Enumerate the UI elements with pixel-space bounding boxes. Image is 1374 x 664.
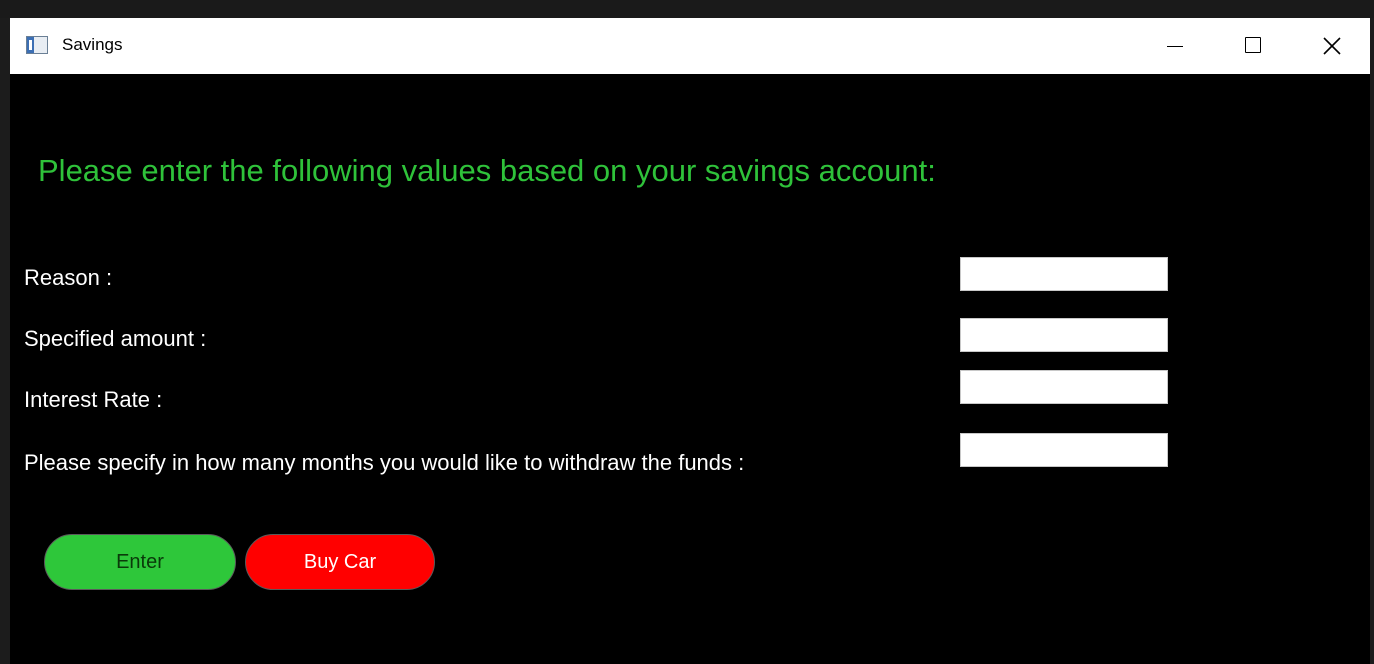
reason-input[interactable] [960,257,1168,291]
title-bar[interactable]: Savings [10,18,1370,74]
app-window-icon [26,36,48,54]
minimize-icon [1167,46,1183,47]
enter-button[interactable]: Enter [44,534,236,590]
maximize-button[interactable] [1214,18,1292,74]
specified-amount-label: Specified amount : [24,326,207,351]
close-button[interactable] [1292,18,1370,74]
reason-label: Reason : [24,265,113,290]
maximize-icon [1245,37,1261,53]
interest-rate-label: Interest Rate : [24,387,163,412]
window-title: Savings [62,35,123,54]
withdraw-months-label: Please specify in how many months you wo… [24,450,745,475]
desktop-background [0,0,1374,18]
close-icon [1323,37,1341,55]
specified-amount-input[interactable] [960,318,1168,352]
form-area: Please enter the following values based … [10,74,1370,664]
withdraw-months-input[interactable] [960,433,1168,467]
form-heading: Please enter the following values based … [38,153,936,188]
interest-rate-input[interactable] [960,370,1168,404]
minimize-button[interactable] [1135,18,1213,74]
buy-car-button[interactable]: Buy Car [245,534,435,590]
savings-window: Savings Please enter the following value… [10,18,1370,664]
